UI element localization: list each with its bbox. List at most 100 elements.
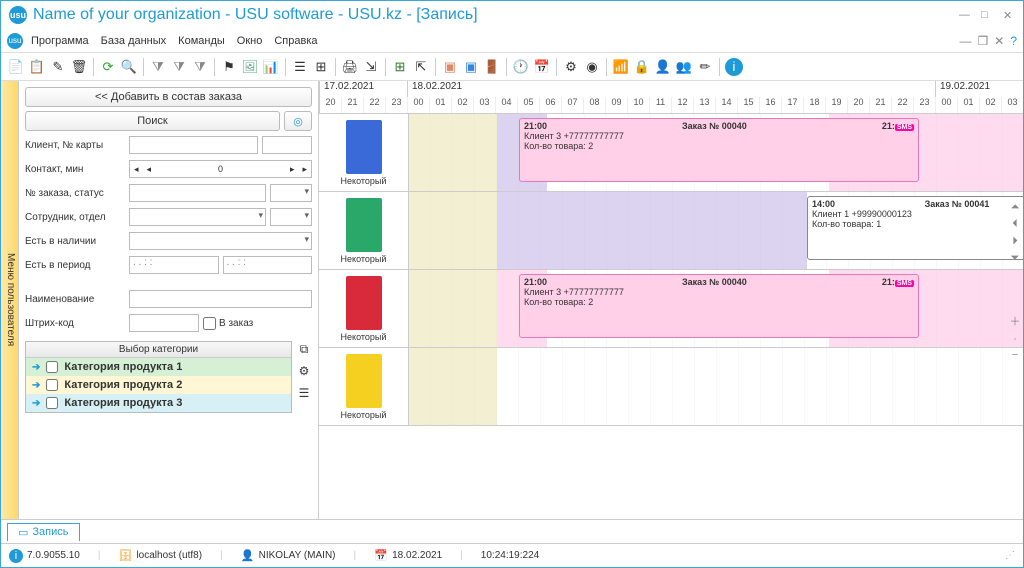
tool-export-icon[interactable]: ⇲ xyxy=(362,58,380,76)
statusbar: i7.0.9055.10 | 🗄localhost (utf8) | 👤NIKO… xyxy=(1,543,1023,567)
cat-check-3[interactable] xyxy=(46,397,58,409)
tool-brush-icon[interactable]: ✏ xyxy=(696,58,714,76)
tool-edit-icon[interactable]: ✎ xyxy=(49,58,67,76)
tool-color-icon[interactable]: ◉ xyxy=(583,58,601,76)
search-target-icon[interactable]: ◎ xyxy=(284,111,312,131)
info-icon: i xyxy=(9,549,23,563)
gantt-task[interactable]: 21:00Заказ № 0004021:SMSКлиент 3 +777777… xyxy=(519,118,919,182)
barcode-input[interactable] xyxy=(129,314,199,332)
product-image xyxy=(346,276,382,330)
menu-window[interactable]: Окно xyxy=(237,35,263,47)
gantt-row: Некоторый 21:00Заказ № 0004021:SMSКлиент … xyxy=(319,270,1023,348)
tool-flag-icon[interactable]: ⚑ xyxy=(220,58,238,76)
product-cell[interactable]: Некоторый xyxy=(319,114,409,191)
tool-users-icon[interactable]: 👥 xyxy=(675,58,693,76)
scroll-down-icon[interactable]: ⏷ xyxy=(1007,252,1023,265)
tool-window2-icon[interactable]: ▣ xyxy=(462,58,480,76)
tool-filter3-icon[interactable]: ⧩ xyxy=(191,58,209,76)
period-to-input[interactable]: . . : : xyxy=(223,256,313,274)
scroll-up-icon[interactable]: ⏶ xyxy=(1007,201,1023,214)
tool-gear-icon[interactable]: ⚙ xyxy=(562,58,580,76)
document-tabs: ▭Запись xyxy=(1,519,1023,543)
mdi-close-icon[interactable]: ✕ xyxy=(994,34,1004,48)
mdi-restore-icon[interactable]: ❐ xyxy=(977,34,988,48)
to-order-checkbox[interactable] xyxy=(203,317,216,330)
tool-print-icon[interactable]: 🖨 xyxy=(341,58,359,76)
instock-combo[interactable] xyxy=(129,232,312,250)
product-cell[interactable]: Некоторый xyxy=(319,348,409,425)
search-button[interactable]: Поиск xyxy=(25,111,280,131)
tool-rss-icon[interactable]: 📶 xyxy=(612,58,630,76)
tool-filter-icon[interactable]: ⧩ xyxy=(149,58,167,76)
user-menu-tab[interactable]: Меню пользователя xyxy=(1,81,19,519)
status-combo[interactable] xyxy=(270,184,312,202)
tool-new-icon[interactable]: 📄 xyxy=(7,58,25,76)
zoom-reset-icon[interactable]: · xyxy=(1007,333,1023,345)
tab-record[interactable]: ▭Запись xyxy=(7,523,80,541)
category-row-1[interactable]: ➔Категория продукта 1 xyxy=(26,358,291,376)
titlebar: usu Name of your organization - USU soft… xyxy=(1,1,1023,29)
gantt-track[interactable]: 14:00Заказ № 0004114:00Клиент 1 +9999000… xyxy=(409,192,1023,269)
tool-image-icon[interactable]: 🖼 xyxy=(241,58,259,76)
tool-import-icon[interactable]: ⇱ xyxy=(412,58,430,76)
gantt-row: Некоторый xyxy=(319,348,1023,426)
product-cell[interactable]: Некоторый xyxy=(319,270,409,347)
menu-help[interactable]: Справка xyxy=(274,35,317,47)
tool-copy-icon[interactable]: 📋 xyxy=(28,58,46,76)
tool-window-icon[interactable]: ▣ xyxy=(441,58,459,76)
tool-calendar-icon[interactable]: 📅 xyxy=(533,58,551,76)
grip-icon[interactable]: ⋰ xyxy=(1005,550,1015,561)
gantt-track[interactable]: 21:00Заказ № 0004021:SMSКлиент 3 +777777… xyxy=(409,270,1023,347)
card-input[interactable] xyxy=(262,136,312,154)
menu-commands[interactable]: Команды xyxy=(178,35,225,47)
tool-tree-icon[interactable]: ⊞ xyxy=(312,58,330,76)
zoom-out-icon[interactable]: − xyxy=(1007,349,1023,361)
category-row-2[interactable]: ➔Категория продукта 2 xyxy=(26,376,291,394)
tool-filter2-icon[interactable]: ⧩ xyxy=(170,58,188,76)
time-label: 10:24:19:224 xyxy=(481,550,539,561)
add-to-order-button[interactable]: << Добавить в состав заказа xyxy=(25,87,312,107)
scroll-right-icon[interactable]: ⏵ xyxy=(1007,235,1023,248)
tool-refresh-icon[interactable]: ⟳ xyxy=(99,58,117,76)
cat-check-2[interactable] xyxy=(46,379,58,391)
tool-search-icon[interactable]: 🔍 xyxy=(120,58,138,76)
category-row-3[interactable]: ➔Категория продукта 3 xyxy=(26,394,291,412)
close-button[interactable]: ✕ xyxy=(1003,9,1015,21)
name-input[interactable] xyxy=(129,290,312,308)
settings-icon[interactable]: ⚙ xyxy=(296,363,312,379)
zoom-in-icon[interactable]: ＋ xyxy=(1007,313,1023,329)
tool-clock-icon[interactable]: 🕐 xyxy=(512,58,530,76)
cat-check-1[interactable] xyxy=(46,361,58,373)
contact-spinner[interactable]: ◂◂0▸▸ xyxy=(129,160,312,178)
gantt-track[interactable] xyxy=(409,348,1023,425)
tool-list-icon[interactable]: ☰ xyxy=(291,58,309,76)
minimize-button[interactable]: — xyxy=(959,9,971,21)
product-cell[interactable]: Некоторый xyxy=(319,192,409,269)
tool-user-icon[interactable]: 👤 xyxy=(654,58,672,76)
gantt-task[interactable]: 21:00Заказ № 0004021:SMSКлиент 3 +777777… xyxy=(519,274,919,338)
tool-info-icon[interactable]: i xyxy=(725,58,743,76)
help-icon[interactable]: ? xyxy=(1010,34,1017,48)
tool-lock-icon[interactable]: 🔒 xyxy=(633,58,651,76)
mdi-minimize-icon[interactable]: — xyxy=(959,34,971,48)
tool-delete-icon[interactable]: 🗑 xyxy=(70,58,88,76)
menu-database[interactable]: База данных xyxy=(101,35,167,47)
tool-exit-icon[interactable]: 🚪 xyxy=(483,58,501,76)
scroll-left-icon[interactable]: ⏴ xyxy=(1007,218,1023,231)
toolbar: 📄 📋 ✎ 🗑 ⟳ 🔍 ⧩ ⧩ ⧩ ⚑ 🖼 📊 ☰ ⊞ 🖨 ⇲ ⊞ ⇱ ▣ ▣ … xyxy=(1,53,1023,81)
list-icon[interactable]: ☰ xyxy=(296,385,312,401)
gantt-track[interactable]: 21:00Заказ № 0004021:SMSКлиент 3 +777777… xyxy=(409,114,1023,191)
dept-combo[interactable] xyxy=(270,208,312,226)
employee-combo[interactable] xyxy=(129,208,266,226)
tool-excel-icon[interactable]: ⊞ xyxy=(391,58,409,76)
client-input[interactable] xyxy=(129,136,258,154)
menu-program[interactable]: Программа xyxy=(31,35,89,47)
order-input[interactable] xyxy=(129,184,266,202)
copy-icon[interactable]: ⧉ xyxy=(296,341,312,357)
category-panel: Выбор категории ➔Категория продукта 1 ➔К… xyxy=(25,341,292,413)
tool-chart-icon[interactable]: 📊 xyxy=(262,58,280,76)
maximize-button[interactable]: □ xyxy=(981,9,993,21)
period-from-input[interactable]: . . : : xyxy=(129,256,219,274)
gantt-task[interactable]: 14:00Заказ № 0004114:00Клиент 1 +9999000… xyxy=(807,196,1023,260)
employee-label: Сотрудник, отдел xyxy=(25,212,125,223)
